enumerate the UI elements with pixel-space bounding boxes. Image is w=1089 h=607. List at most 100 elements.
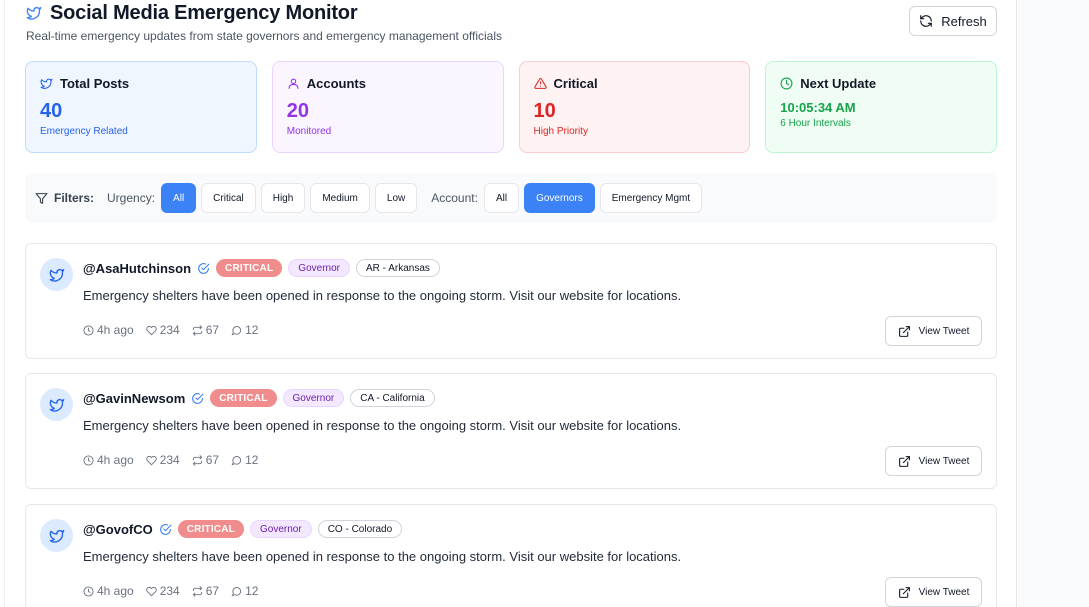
stat-value: 10:05:34 AM: [780, 100, 856, 115]
post-handle[interactable]: @GovofCO: [83, 522, 153, 537]
post-meta: 4h ago 234 67 12: [83, 323, 258, 337]
retweet-icon: [192, 454, 203, 466]
stat-label: Next Update: [800, 76, 877, 91]
stat-value: 10: [533, 100, 556, 122]
like-count: 234: [159, 323, 180, 337]
avatar: [40, 388, 73, 421]
urgency-filter-all[interactable]: All: [161, 183, 197, 213]
heart-icon: [146, 325, 157, 336]
twitter-bird-icon: [26, 5, 42, 21]
stat-card-next-update: Next Update 10:05:34 AM 6 Hour Intervals: [765, 61, 997, 153]
post-text: Emergency shelters have been opened in r…: [83, 418, 682, 433]
state-badge: CO - Colorado: [317, 520, 403, 538]
post-card: @GavinNewsom CRITICAL Governor CA - Cali…: [25, 373, 997, 489]
account-type-badge: Governor: [250, 520, 312, 538]
urgency-filter-critical[interactable]: Critical: [201, 183, 256, 213]
stat-label: Critical: [553, 76, 598, 91]
view-tweet-label: View Tweet: [918, 325, 970, 337]
retweet-count: 67: [205, 584, 220, 598]
refresh-icon: [919, 14, 933, 28]
stat-value: 40: [40, 100, 63, 122]
clock-icon: [83, 324, 94, 336]
heart-icon: [146, 586, 157, 597]
post-text: Emergency shelters have been opened in r…: [83, 549, 682, 564]
view-tweet-label: View Tweet: [918, 586, 970, 598]
account-type-badge: Governor: [282, 389, 345, 407]
twitter-bird-icon: [49, 528, 65, 544]
external-link-icon: [898, 455, 911, 468]
stat-subtext: 6 Hour Intervals: [780, 118, 851, 129]
page-header: Social Media Emergency Monitor Real-time…: [26, 2, 997, 43]
account-filter-emergency-mgmt[interactable]: Emergency Mgmt: [599, 183, 703, 213]
reply-count: 12: [245, 323, 259, 337]
reply-bubble-icon: [231, 586, 242, 597]
reply-count: 12: [245, 453, 259, 467]
urgency-filter-low[interactable]: Low: [374, 183, 418, 213]
verified-check-icon: [197, 262, 210, 275]
external-link-icon: [898, 586, 911, 599]
like-count: 234: [159, 453, 180, 467]
stat-subtext: High Priority: [533, 126, 588, 137]
post-time: 4h ago: [97, 584, 134, 598]
urgency-filter-medium[interactable]: Medium: [310, 183, 370, 213]
stat-card-accounts: Accounts 20 Monitored: [271, 61, 504, 153]
account-filter-all[interactable]: All: [483, 183, 520, 213]
urgency-badge: CRITICAL: [210, 389, 277, 407]
retweet-count: 67: [205, 323, 220, 337]
clock-icon: [83, 585, 94, 597]
stat-card-total-posts: Total Posts 40 Emergency Related: [25, 61, 257, 153]
verified-check-icon: [191, 392, 204, 405]
post-text: Emergency shelters have been opened in r…: [83, 288, 682, 303]
reply-bubble-icon: [231, 325, 242, 336]
refresh-label: Refresh: [941, 13, 987, 29]
view-tweet-label: View Tweet: [918, 455, 970, 467]
filters-label: Filters:: [35, 191, 94, 205]
view-tweet-button[interactable]: View Tweet: [885, 446, 982, 476]
post-time: 4h ago: [97, 453, 134, 467]
refresh-button[interactable]: Refresh: [909, 6, 997, 36]
state-badge: AR - Arkansas: [355, 259, 440, 277]
post-time: 4h ago: [97, 323, 134, 337]
verified-check-icon: [159, 523, 172, 536]
stat-label: Accounts: [306, 76, 366, 91]
urgency-badge: CRITICAL: [216, 259, 283, 277]
stat-label: Total Posts: [60, 76, 130, 91]
retweet-icon: [192, 585, 203, 597]
clock-icon: [83, 454, 94, 466]
user-icon: [287, 77, 300, 90]
filter-funnel-icon: [35, 192, 48, 205]
reply-count: 12: [245, 584, 259, 598]
twitter-bird-icon: [49, 267, 65, 283]
view-tweet-button[interactable]: View Tweet: [885, 577, 982, 607]
post-meta: 4h ago 234 67 12: [83, 453, 258, 467]
clock-icon: [780, 77, 793, 90]
heart-icon: [146, 455, 157, 466]
stat-subtext: Emergency Related: [40, 126, 128, 137]
account-type-badge: Governor: [288, 259, 350, 277]
like-count: 234: [159, 584, 180, 598]
retweet-count: 67: [205, 453, 220, 467]
filters-label-text: Filters:: [54, 191, 95, 205]
stat-subtext: Monitored: [286, 126, 332, 137]
state-badge: CA - California: [350, 389, 435, 407]
twitter-bird-icon: [49, 397, 65, 413]
reply-bubble-icon: [231, 455, 242, 466]
avatar: [40, 519, 73, 552]
urgency-filter-high[interactable]: High: [260, 183, 306, 213]
account-label: Account:: [431, 191, 478, 205]
post-card: @GovofCO CRITICAL Governor CO - Colorado…: [25, 504, 997, 607]
urgency-badge: CRITICAL: [177, 520, 244, 538]
account-filter-governors[interactable]: Governors: [524, 183, 595, 213]
warning-triangle-icon: [533, 77, 547, 90]
stats-row: Total Posts 40 Emergency Related Account…: [25, 61, 997, 153]
filter-bar: Filters: Urgency: All Critical High Medi…: [25, 173, 997, 223]
twitter-bird-icon: [40, 77, 53, 90]
post-handle[interactable]: @GavinNewsom: [83, 391, 185, 406]
post-meta: 4h ago 234 67 12: [83, 584, 258, 598]
view-tweet-button[interactable]: View Tweet: [885, 316, 982, 346]
post-card: @AsaHutchinson CRITICAL Governor AR - Ar…: [25, 243, 997, 359]
avatar: [40, 258, 73, 291]
external-link-icon: [898, 325, 911, 338]
stat-value: 20: [286, 100, 309, 122]
post-handle[interactable]: @AsaHutchinson: [83, 261, 191, 276]
